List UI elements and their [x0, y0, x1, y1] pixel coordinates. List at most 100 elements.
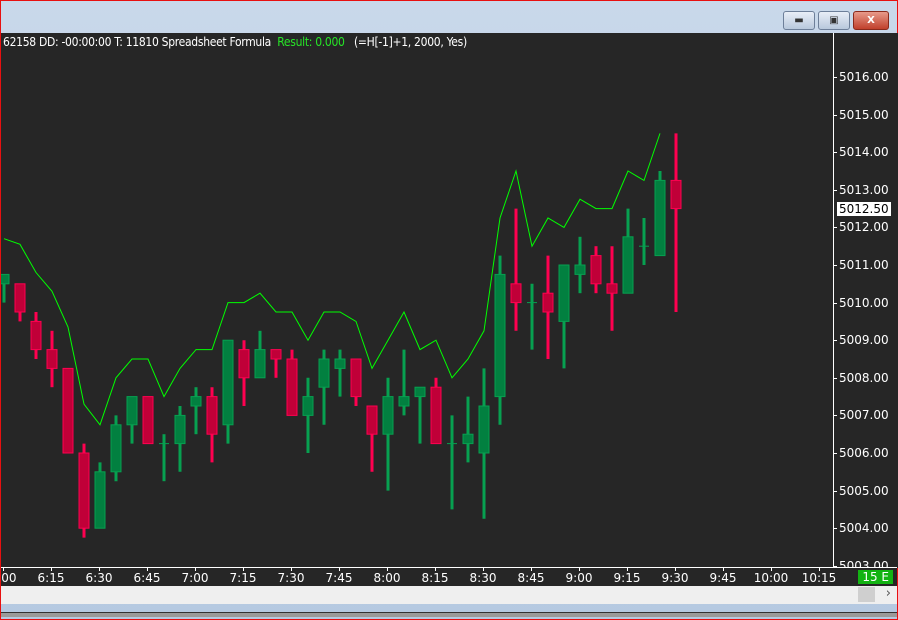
time-label: 7:00 — [181, 571, 209, 585]
price-tick — [834, 453, 837, 454]
price-label: 5016.00 — [839, 70, 889, 84]
time-label: 9:30 — [661, 571, 689, 585]
time-axis[interactable]: 15 E 6:00 6:15 6:30 6:45 7:00 7:15 7:30 7:45 8:0… — [0, 567, 897, 587]
candle-body — [494, 273, 506, 398]
candle-body — [126, 396, 138, 426]
candle-body — [302, 396, 314, 416]
time-label: 6:45 — [133, 571, 161, 585]
time-label: 10:15 — [801, 571, 837, 585]
candle-body — [622, 236, 634, 294]
close-button[interactable]: X — [853, 11, 889, 30]
time-label: 8:45 — [517, 571, 545, 585]
price-label: 5012.00 — [839, 220, 889, 235]
close-icon: X — [867, 15, 875, 26]
candle-body — [270, 349, 282, 360]
minimize-button[interactable]: ▬ — [783, 11, 815, 30]
study-info: 62158 DD: -00:00:00 T: 11810 Spreadsheet… — [3, 35, 271, 49]
candle-body — [238, 349, 250, 379]
candle-body — [334, 358, 346, 369]
time-label: 8:30 — [469, 571, 497, 585]
candle-body — [78, 452, 90, 529]
candle-body — [590, 255, 602, 285]
time-label: 9:15 — [613, 571, 641, 585]
candle-body — [350, 358, 362, 398]
candle-body — [398, 396, 410, 407]
candle-body — [174, 414, 186, 445]
price-label: 5006.00 — [839, 446, 889, 460]
time-label: 6:30 — [85, 571, 113, 585]
candlestick-plot — [1, 133, 682, 538]
price-label: 5013.00 — [839, 182, 889, 197]
price-label: 5009.00 — [839, 333, 889, 348]
candle-body — [190, 396, 202, 407]
price-tick — [834, 377, 837, 379]
candle-body — [206, 396, 218, 435]
price-label: 5015.00 — [839, 107, 889, 122]
candle-body — [478, 405, 490, 454]
time-label: 9:00 — [565, 571, 593, 585]
candle-body — [414, 386, 426, 398]
price-tick — [834, 528, 837, 530]
interval-badge[interactable]: 15 E — [858, 570, 893, 584]
candle-body — [382, 396, 394, 435]
time-label: 6:15 — [37, 571, 65, 585]
candle-body — [62, 367, 74, 454]
candle-body — [30, 320, 42, 351]
candle-body — [574, 264, 586, 275]
candle-body — [542, 292, 554, 313]
price-label: 5005.00 — [839, 483, 889, 498]
candle-body — [510, 283, 522, 304]
study-header: 62158 DD: -00:00:00 T: 11810 Spreadsheet… — [3, 35, 467, 49]
candle-body — [110, 424, 122, 473]
time-label: 7:45 — [325, 571, 353, 585]
price-chart[interactable]: 62158 DD: -00:00:00 T: 11810 Spreadsheet… — [1, 33, 833, 567]
candle-body — [558, 264, 570, 322]
price-label: 5010.00 — [839, 295, 889, 310]
price-label: 5011.00 — [839, 258, 889, 272]
candle-body — [318, 358, 330, 388]
candle-body — [14, 283, 26, 313]
price-tick — [834, 415, 837, 417]
current-price-marker: 5012.50 — [837, 201, 891, 216]
time-label: 7:15 — [229, 571, 257, 585]
candle-body — [462, 433, 474, 445]
bottom-divider — [1, 612, 897, 617]
price-tick — [834, 302, 837, 304]
price-tick — [834, 152, 837, 154]
chart-window: ▬ ▣ X 62158 DD: -00:00:00 T: 11810 Sprea… — [0, 0, 898, 620]
time-label: 10:00 — [753, 571, 789, 585]
candle-body — [1, 273, 10, 285]
price-tick — [834, 77, 837, 78]
price-tick — [834, 114, 837, 116]
candle-body — [222, 339, 234, 426]
candle-body — [654, 179, 666, 257]
horizontal-scrollbar[interactable]: › — [1, 586, 897, 604]
study-result: Result: 0.000 — [277, 35, 345, 49]
candle-body — [366, 405, 378, 435]
price-label: 5008.00 — [839, 370, 889, 385]
price-label: 5007.00 — [839, 408, 889, 423]
price-tick — [834, 490, 837, 492]
candle-body — [286, 358, 298, 416]
scroll-right-icon[interactable]: › — [886, 586, 891, 601]
time-label: 9:45 — [709, 571, 737, 585]
time-label: 8:00 — [373, 571, 401, 585]
price-tick — [834, 265, 837, 266]
candle-body — [430, 386, 442, 445]
time-label: 7:30 — [277, 571, 305, 585]
restore-button[interactable]: ▣ — [818, 11, 850, 30]
candle-body — [46, 349, 58, 369]
price-axis[interactable]: 5016.00 5015.00 5014.00 5013.00 5012.00 5011.… — [833, 33, 898, 573]
price-tick — [834, 340, 837, 342]
time-label: 8:15 — [421, 571, 449, 585]
candle-body — [254, 349, 266, 379]
candle-body — [606, 283, 618, 294]
time-label: 6:00 — [0, 571, 17, 585]
price-label: 5004.00 — [839, 521, 889, 536]
price-tick — [834, 227, 837, 229]
study-formula: (=H[-1]+1, 2000, Yes) — [354, 35, 467, 49]
price-tick — [834, 189, 837, 191]
price-label: 5014.00 — [839, 145, 889, 160]
candle-body — [142, 396, 154, 445]
scrollbar-thumb[interactable] — [858, 587, 875, 602]
